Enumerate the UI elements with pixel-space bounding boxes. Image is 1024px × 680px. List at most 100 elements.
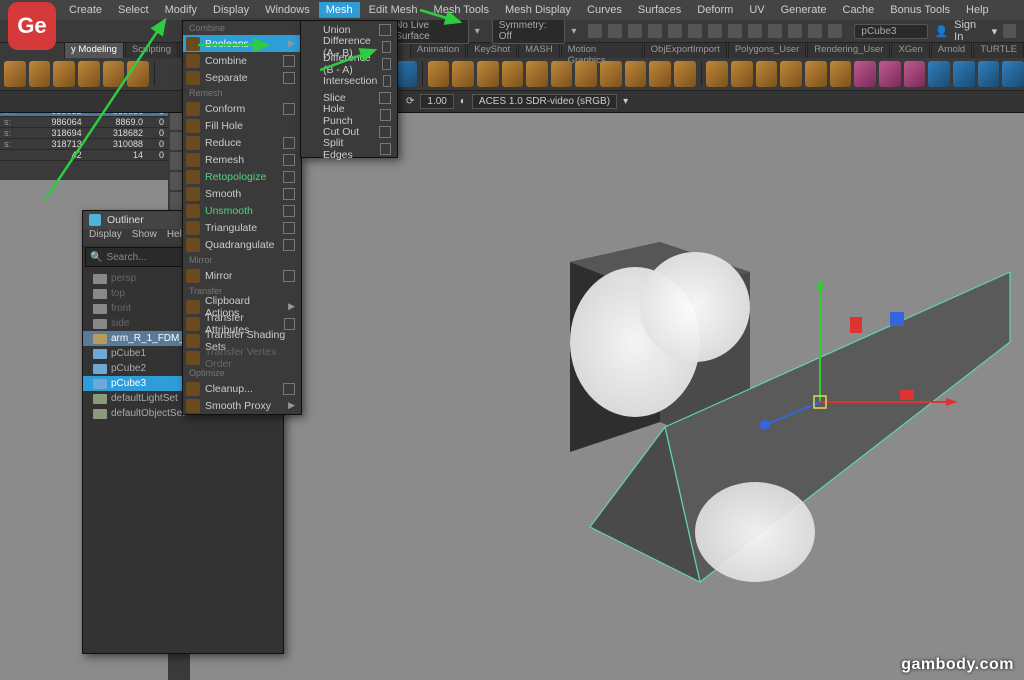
status-icon[interactable] xyxy=(788,24,802,38)
shelf-button[interactable] xyxy=(928,61,950,87)
menu-item-remesh[interactable]: Remesh xyxy=(183,151,301,168)
options-box-icon[interactable] xyxy=(283,270,295,282)
status-icon[interactable] xyxy=(628,24,642,38)
sign-in-link[interactable]: Sign In xyxy=(954,19,985,43)
shelf-button[interactable] xyxy=(575,61,597,87)
options-box-icon[interactable] xyxy=(380,143,392,155)
status-icon[interactable] xyxy=(828,24,842,38)
menu-generate[interactable]: Generate xyxy=(774,2,834,18)
symmetry-dropdown[interactable]: Symmetry: Off xyxy=(492,18,566,44)
shelf-button[interactable] xyxy=(4,61,26,87)
options-box-icon[interactable] xyxy=(382,41,391,53)
shelf-button[interactable] xyxy=(805,61,827,87)
shelf-button[interactable] xyxy=(731,61,753,87)
outliner-menu-display[interactable]: Display xyxy=(89,229,122,245)
shelf-button[interactable] xyxy=(526,61,548,87)
menu-item-smooth-proxy[interactable]: Smooth Proxy▶ xyxy=(183,397,301,414)
options-box-icon[interactable] xyxy=(283,383,295,395)
shelf-button[interactable] xyxy=(706,61,728,87)
shelf-tab[interactable]: Motion Graphics xyxy=(561,42,643,58)
shelf-tab[interactable]: Arnold xyxy=(931,42,972,58)
shelf-button[interactable] xyxy=(854,61,876,87)
shelf-tab[interactable]: TURTLE xyxy=(973,42,1024,58)
options-box-icon[interactable] xyxy=(379,126,391,138)
status-icon[interactable] xyxy=(608,24,622,38)
shelf-button[interactable] xyxy=(29,61,51,87)
options-box-icon[interactable] xyxy=(379,24,391,36)
menu-select[interactable]: Select xyxy=(111,2,156,18)
menu-item-booleans[interactable]: Booleans▶ xyxy=(183,35,301,52)
options-box-icon[interactable] xyxy=(283,239,295,251)
options-box-icon[interactable] xyxy=(283,137,295,149)
menu-display[interactable]: Display xyxy=(206,2,256,18)
options-box-icon[interactable] xyxy=(283,72,295,84)
exposure-field[interactable]: 1.00 xyxy=(420,94,453,109)
colorspace-arrow-icon[interactable]: ▾ xyxy=(623,96,628,107)
shelf-button[interactable] xyxy=(600,61,622,87)
shelf-tab[interactable]: ObjExportImport xyxy=(644,42,727,58)
menu-surfaces[interactable]: Surfaces xyxy=(631,2,688,18)
menu-item-split-edges[interactable]: Split Edges xyxy=(301,140,397,157)
options-box-icon[interactable] xyxy=(283,103,295,115)
shelf-tab[interactable]: Sculpting xyxy=(125,42,178,58)
options-box-icon[interactable] xyxy=(380,109,391,121)
shelf-button[interactable] xyxy=(1002,61,1024,87)
mesh-menu[interactable]: CombineBooleans▶CombineSeparateRemeshCon… xyxy=(182,20,302,415)
menu-uv[interactable]: UV xyxy=(742,2,771,18)
shelf-tab[interactable]: MASH xyxy=(518,42,559,58)
options-box-icon[interactable] xyxy=(283,55,295,67)
menu-mesh[interactable]: Mesh xyxy=(319,2,360,18)
options-box-icon[interactable] xyxy=(283,222,295,234)
status-icon[interactable] xyxy=(808,24,822,38)
workspace-icon[interactable] xyxy=(1003,24,1016,38)
menu-create[interactable]: Create xyxy=(62,2,109,18)
live-surface-arrow-icon[interactable]: ▾ xyxy=(475,26,480,37)
shelf-button[interactable] xyxy=(756,61,778,87)
menu-mesh-display[interactable]: Mesh Display xyxy=(498,2,578,18)
options-box-icon[interactable] xyxy=(283,154,295,166)
status-icon[interactable] xyxy=(768,24,782,38)
colorspace-dropdown[interactable]: ACES 1.0 SDR-video (sRGB) xyxy=(472,94,617,109)
shelf-button[interactable] xyxy=(830,61,852,87)
menu-bonus-tools[interactable]: Bonus Tools xyxy=(883,2,957,18)
status-icon[interactable] xyxy=(588,24,602,38)
status-icon[interactable] xyxy=(648,24,662,38)
status-icon[interactable] xyxy=(748,24,762,38)
status-icon[interactable] xyxy=(708,24,722,38)
menu-item-separate[interactable]: Separate xyxy=(183,69,301,86)
live-surface-dropdown[interactable]: No Live Surface xyxy=(388,18,469,44)
shelf-button[interactable] xyxy=(53,61,75,87)
shelf-tab[interactable]: Polygons_User xyxy=(728,42,806,58)
shelf-button[interactable] xyxy=(103,61,125,87)
shelf-button[interactable] xyxy=(953,61,975,87)
shelf-button[interactable] xyxy=(904,61,926,87)
symmetry-arrow-icon[interactable]: ▾ xyxy=(571,26,576,37)
menu-item-triangulate[interactable]: Triangulate xyxy=(183,219,301,236)
signin-arrow-icon[interactable]: ▾ xyxy=(992,25,998,38)
shelf-button[interactable] xyxy=(428,61,450,87)
shelf-button[interactable] xyxy=(78,61,100,87)
shelf-tab[interactable]: Animation xyxy=(410,42,466,58)
menu-item-difference-b-a-[interactable]: Difference (B - A) xyxy=(301,55,397,72)
shelf-button[interactable] xyxy=(395,61,417,87)
menu-item-smooth[interactable]: Smooth xyxy=(183,185,301,202)
shelf-tab[interactable]: XGen xyxy=(891,42,929,58)
menu-help[interactable]: Help xyxy=(959,2,996,18)
menu-item-quadrangulate[interactable]: Quadrangulate xyxy=(183,236,301,253)
shelf-button[interactable] xyxy=(674,61,696,87)
shelf-button[interactable] xyxy=(879,61,901,87)
menu-item-reduce[interactable]: Reduce xyxy=(183,134,301,151)
shelf-button[interactable] xyxy=(649,61,671,87)
menu-windows[interactable]: Windows xyxy=(258,2,317,18)
shelf-button[interactable] xyxy=(477,61,499,87)
menu-deform[interactable]: Deform xyxy=(690,2,740,18)
menu-item-intersection[interactable]: Intersection xyxy=(301,72,397,89)
menu-item-cleanup-[interactable]: Cleanup... xyxy=(183,380,301,397)
menu-item-hole-punch[interactable]: Hole Punch xyxy=(301,106,397,123)
menu-item-conform[interactable]: Conform xyxy=(183,100,301,117)
booleans-submenu[interactable]: UnionDifference (A - B)Difference (B - A… xyxy=(300,20,398,158)
status-icon[interactable] xyxy=(728,24,742,38)
shelf-tab[interactable]: KeyShot xyxy=(467,42,517,58)
shelf-button[interactable] xyxy=(780,61,802,87)
options-box-icon[interactable] xyxy=(283,205,295,217)
